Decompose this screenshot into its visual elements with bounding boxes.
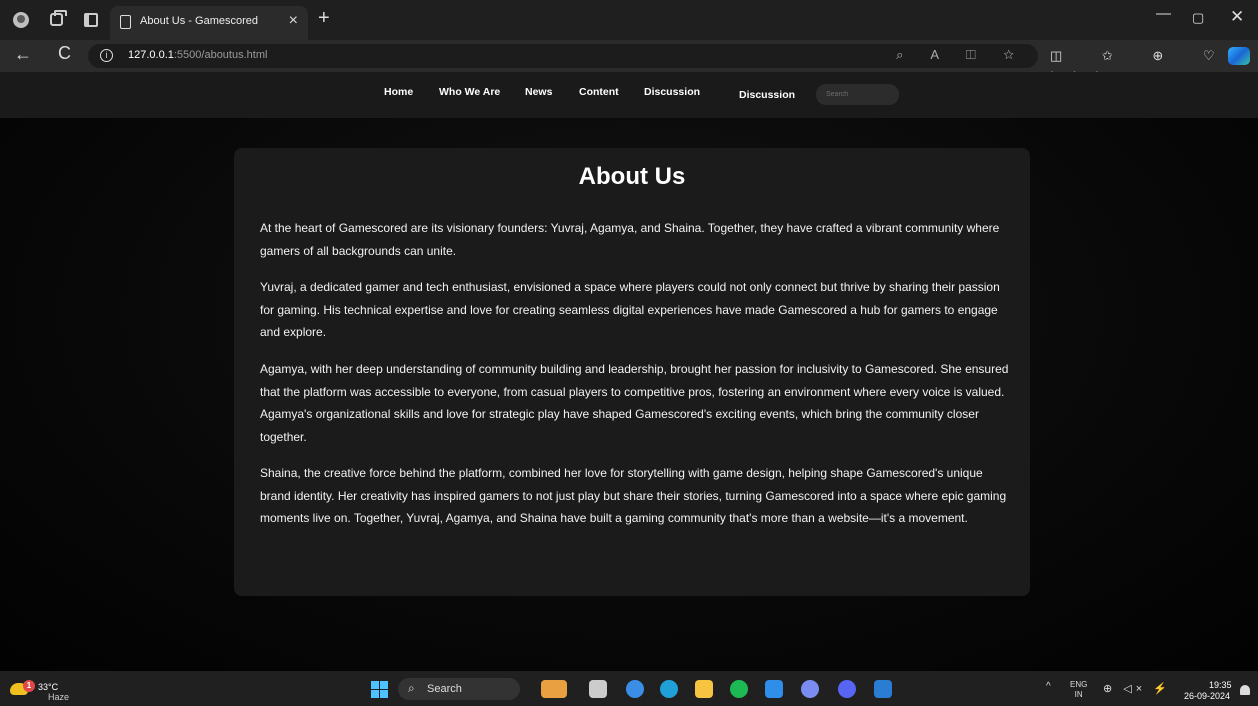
language-region: IN (1074, 690, 1083, 699)
nav-news[interactable]: News (525, 86, 552, 98)
url-text[interactable]: 127.0.0.1:5500/aboutus.html (128, 49, 267, 61)
search-icon: ⌕ (408, 681, 415, 695)
taskbar: 1 33°C Haze ⌕ Search ^ ENG IN ⊕ ◁× ⚡ 19:… (0, 671, 1258, 706)
widgets-icon[interactable] (541, 680, 567, 698)
url-field[interactable]: i 127.0.0.1:5500/aboutus.html ⌕ A ◫ ☆ (88, 44, 1038, 68)
workspaces-icon[interactable] (50, 10, 67, 26)
paragraph-shaina: Shaina, the creative force behind the pl… (260, 466, 1007, 525)
reload-icon[interactable]: C (58, 43, 71, 64)
chevron-up-icon[interactable]: ^ (1046, 681, 1051, 692)
spotify-icon[interactable] (730, 680, 748, 698)
vertical-tabs-icon[interactable] (84, 13, 98, 27)
omnibox-icons[interactable]: ⌕ A ◫ ☆ (896, 47, 1026, 63)
discord-icon[interactable] (838, 680, 856, 698)
page-title: About Us (578, 163, 686, 190)
gemini-icon[interactable] (801, 680, 819, 698)
address-bar-row: ← C i 127.0.0.1:5500/aboutus.html ⌕ A ◫ … (0, 40, 1258, 79)
about-card: About Us At the heart of Gamescored are … (234, 148, 1030, 596)
close-window-icon[interactable]: ✕ (1230, 7, 1244, 27)
taskbar-search[interactable]: ⌕ Search (398, 678, 520, 700)
copilot-icon[interactable] (1228, 47, 1250, 65)
nav-who-we-are[interactable]: Who We Are (439, 86, 500, 98)
notification-bell-icon[interactable] (1240, 685, 1250, 695)
weather-badge: 1 (23, 680, 35, 692)
profile-icon[interactable] (13, 12, 29, 28)
page-viewport: Home Who We Are News Content Discussion … (0, 72, 1258, 671)
paragraph-yuvraj: Yuvraj, a dedicated gamer and tech enthu… (260, 280, 1000, 339)
paragraph-intro: At the heart of Gamescored are its visio… (260, 221, 1000, 258)
file-explorer-icon[interactable] (695, 680, 713, 698)
clock-time[interactable]: 19:35 (1209, 680, 1232, 690)
site-navbar: Home Who We Are News Content Discussion … (0, 72, 1258, 118)
tray-icons[interactable]: ⊕ ◁× ⚡ (1103, 682, 1171, 695)
nav-content[interactable]: Content (579, 86, 619, 98)
nav-home[interactable]: Home (384, 86, 413, 98)
tab-title: About Us - Gamescored (140, 15, 258, 27)
browser-tab[interactable]: About Us - Gamescored × (110, 6, 308, 40)
minimize-icon[interactable]: — (1156, 5, 1171, 22)
site-info-icon[interactable]: i (100, 49, 113, 62)
edge-icon[interactable] (660, 680, 678, 698)
start-icon[interactable] (371, 681, 388, 698)
paragraph-agamya: Agamya, with her deep understanding of c… (260, 362, 1009, 444)
taskbar-search-label: Search (427, 683, 462, 695)
language-indicator[interactable]: ENG IN (1070, 680, 1087, 700)
page-icon (120, 15, 131, 29)
url-path: :5500/aboutus.html (173, 49, 268, 61)
weather-temperature: 33°C (38, 682, 59, 692)
search-input[interactable] (816, 84, 899, 105)
browser-tab-bar: About Us - Gamescored × + — ▢ ✕ (0, 0, 1258, 40)
back-icon[interactable]: ← (14, 44, 32, 65)
maximize-icon[interactable]: ▢ (1192, 10, 1204, 26)
close-tab-icon[interactable]: × (289, 12, 298, 30)
task-view-icon[interactable] (589, 680, 607, 698)
new-tab-icon[interactable]: + (318, 7, 330, 30)
language-code: ENG (1070, 680, 1088, 689)
clock-date[interactable]: 26-09-2024 (1184, 691, 1230, 701)
vscode-icon[interactable] (765, 680, 783, 698)
nav-discussion[interactable]: Discussion (644, 86, 700, 98)
url-host: 127.0.0.1 (128, 49, 174, 61)
copilot-taskbar-icon[interactable] (626, 680, 644, 698)
weather-condition: Haze (48, 692, 70, 702)
word-icon[interactable] (874, 680, 892, 698)
nav-discussion-2[interactable]: Discussion (739, 89, 795, 101)
